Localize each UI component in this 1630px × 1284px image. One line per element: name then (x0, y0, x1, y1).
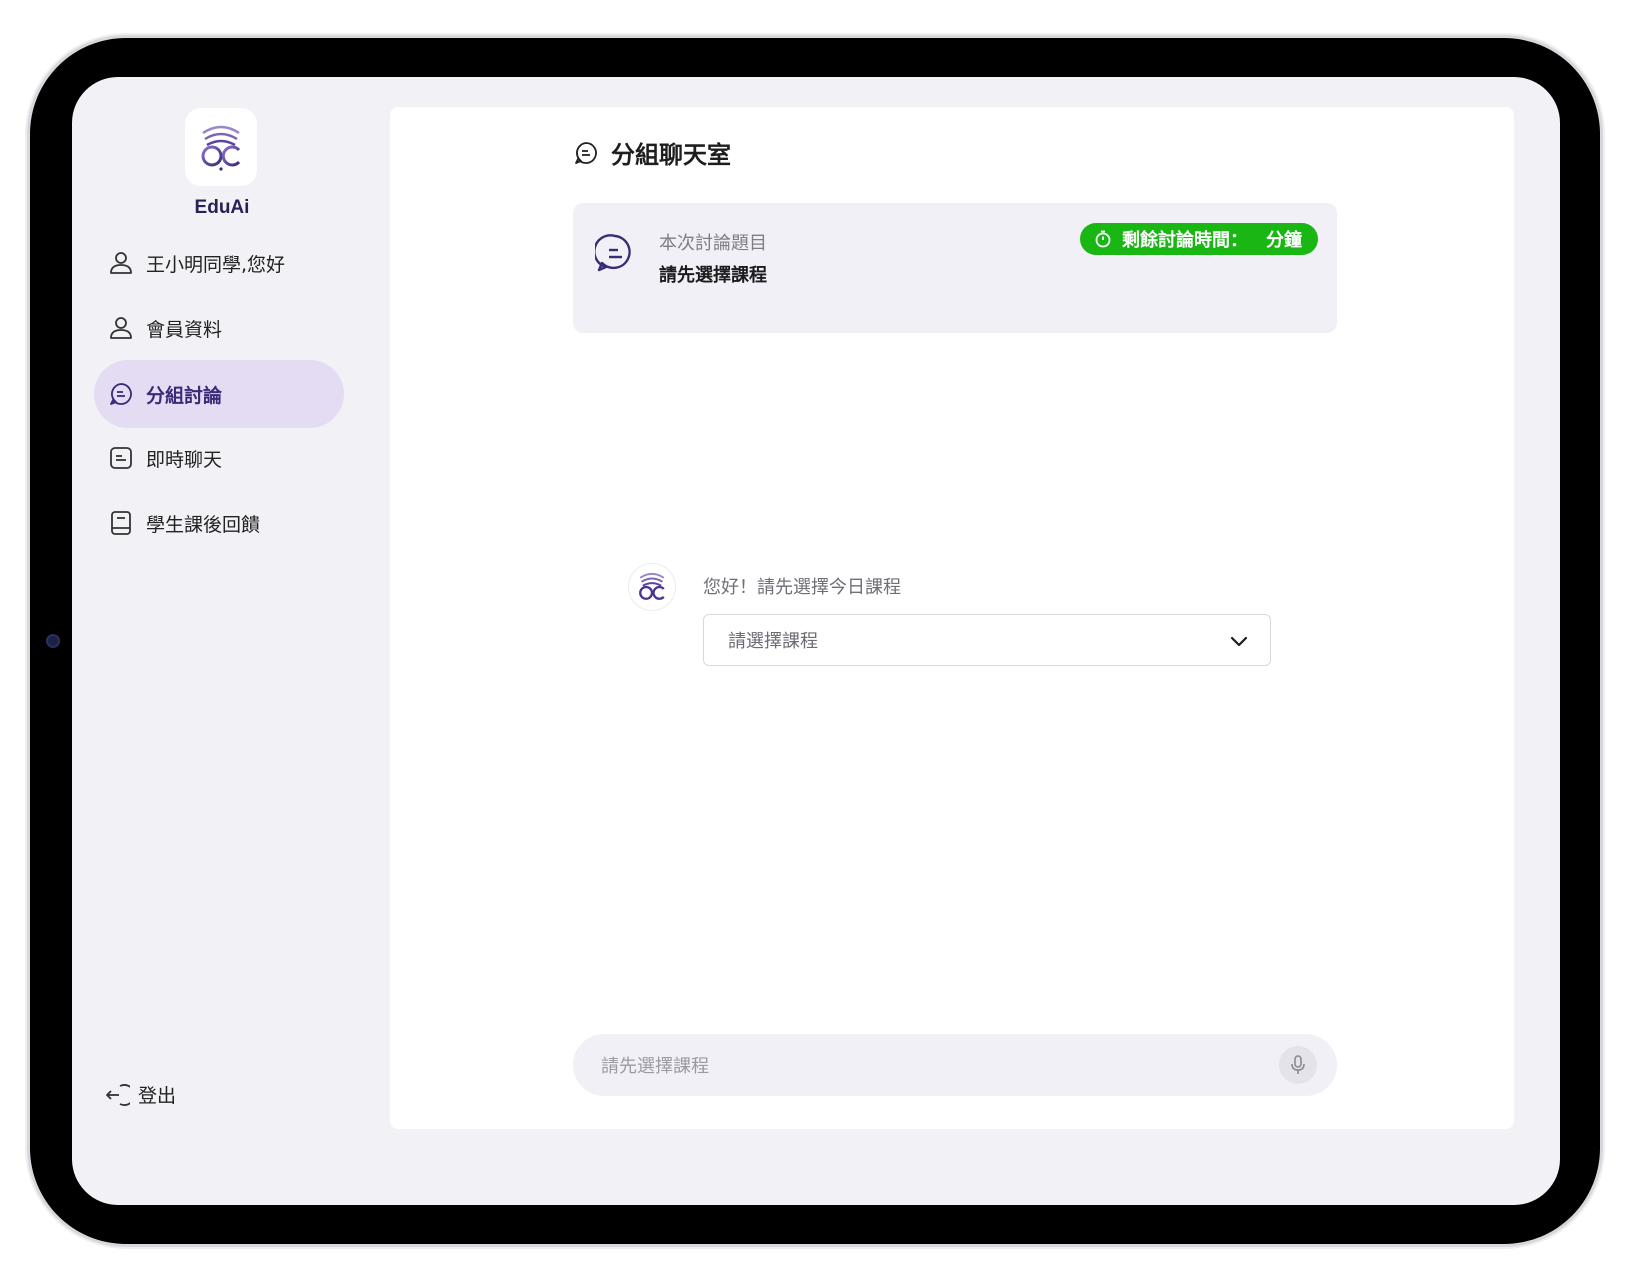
sidebar-item-greeting[interactable]: 王小明同學,您好 (94, 229, 344, 297)
user-icon (108, 315, 134, 341)
sidebar-item-label: 分組討論 (146, 384, 223, 407)
brand-name: EduAi (194, 197, 250, 218)
camera-dot (46, 634, 60, 648)
tablet-frame: EduAi 王小明同學,您好 會員資料 分組討論 即時聊天 學生課後回饋 登出 … (30, 38, 1600, 1244)
chat-bubble-icon (595, 234, 631, 272)
logout-label: 登出 (138, 1085, 177, 1107)
sidebar-item-member-profile[interactable]: 會員資料 (94, 294, 344, 362)
stopwatch-icon (1095, 230, 1111, 248)
chevron-down-icon (1230, 636, 1248, 647)
page-title: 分組聊天室 (573, 135, 731, 170)
timer-unit: 分鐘 (1266, 230, 1302, 251)
topic-caption: 本次討論題目 (659, 233, 767, 254)
bot-greeting: 您好！請先選擇今日課程 (703, 577, 901, 598)
sidebar-item-label: 會員資料 (146, 318, 223, 341)
book-icon (108, 510, 134, 536)
bot-avatar (628, 563, 676, 611)
message-input[interactable]: 請先選擇課程 (573, 1034, 1337, 1096)
timer-label: 剩餘討論時間： (1122, 230, 1248, 251)
edu-ai-logo-icon (639, 572, 665, 600)
discussion-topic-card: 本次討論題目 請先選擇課程 剩餘討論時間： 分鐘 (573, 203, 1337, 333)
sidebar-item-group-discussion[interactable]: 分組討論 (94, 360, 344, 428)
page-title-text: 分組聊天室 (611, 141, 731, 169)
sidebar-item-live-chat[interactable]: 即時聊天 (94, 424, 344, 492)
app-screen: EduAi 王小明同學,您好 會員資料 分組討論 即時聊天 學生課後回饋 登出 … (72, 77, 1560, 1205)
sidebar-item-label: 王小明同學,您好 (146, 253, 286, 276)
remaining-time-badge: 剩餘討論時間： 分鐘 (1080, 223, 1318, 255)
user-icon (108, 250, 134, 276)
microphone-icon (1291, 1055, 1305, 1074)
course-select[interactable]: 請選擇課程 (703, 614, 1271, 666)
message-square-icon (108, 445, 134, 471)
message-input-placeholder: 請先選擇課程 (601, 1056, 709, 1077)
brand-logo[interactable] (185, 108, 257, 186)
logout-button[interactable]: 登出 (104, 1081, 176, 1108)
logout-icon (106, 1083, 130, 1106)
chat-bubble-icon (108, 381, 134, 407)
sidebar-item-student-feedback[interactable]: 學生課後回饋 (94, 489, 344, 557)
sidebar-item-label: 即時聊天 (146, 448, 223, 471)
topic-value: 請先選擇課程 (659, 265, 767, 286)
sidebar-item-label: 學生課後回饋 (146, 513, 261, 536)
main-panel: 分組聊天室 本次討論題目 請先選擇課程 剩餘討論時間： 分鐘 您好！請先選擇今日… (390, 107, 1514, 1129)
mic-button[interactable] (1279, 1046, 1317, 1084)
chat-bubble-icon (575, 141, 597, 164)
edu-ai-logo-icon (201, 125, 241, 171)
course-select-value: 請選擇課程 (728, 631, 818, 652)
